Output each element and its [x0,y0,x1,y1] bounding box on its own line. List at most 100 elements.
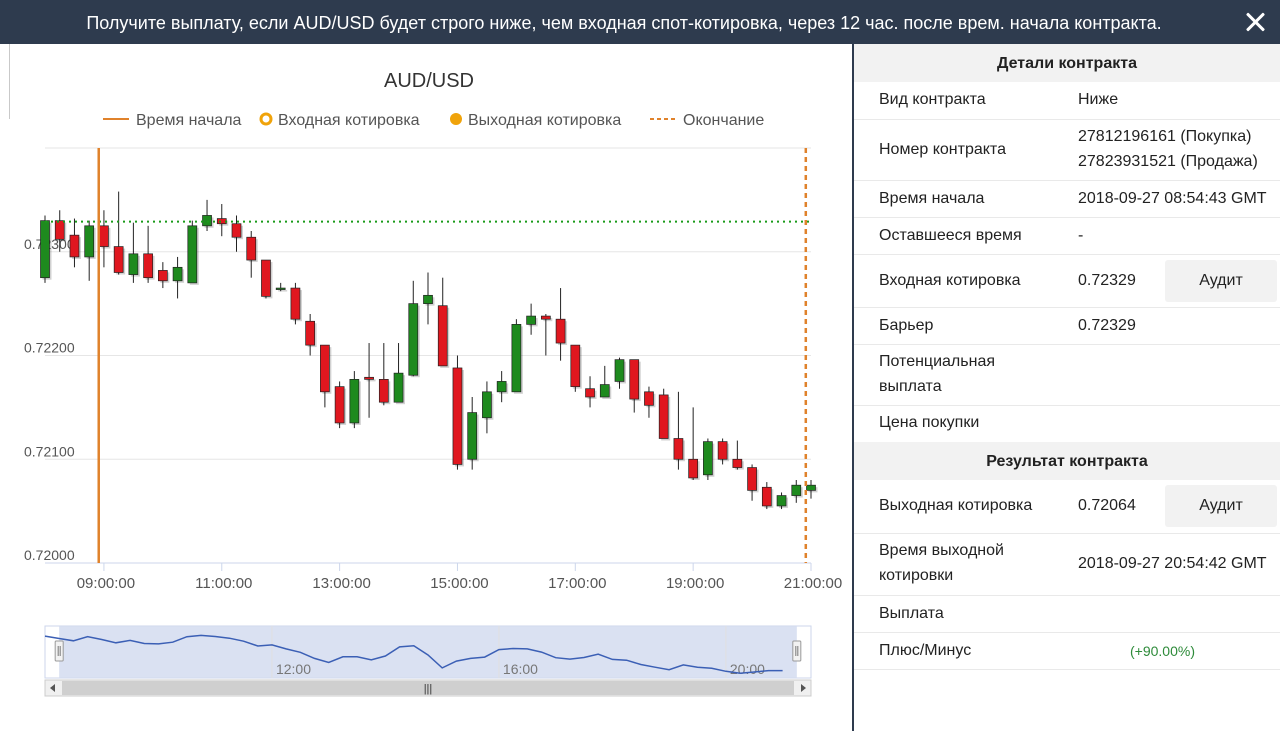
contract-type-value: Ниже [1078,91,1119,108]
candle-body [231,223,242,238]
scrollbar-grip-icon: ||| [424,683,433,695]
candle-body [703,441,713,476]
candle-body [99,225,109,247]
x-tick-label: 09:00:00 [77,575,135,592]
candle-body [776,495,787,507]
candle-body [202,215,212,227]
entry-audit-button[interactable]: Аудит [1165,260,1277,302]
legend-item-4-label: Окончание [683,112,764,129]
candle-body [40,220,50,279]
exit-spot-value: 0.72064 [1078,497,1136,514]
navigator-right-handle [792,640,802,662]
candle-body [172,266,183,282]
exit-audit-button[interactable]: Аудит [1165,485,1277,527]
candle-body [113,246,124,273]
close-icon[interactable] [1244,11,1266,33]
candle-body [423,294,433,304]
contract-description: Получите выплату, если AUD/USD будет стр… [86,13,1162,33]
candle-shadow [278,290,288,292]
candle-body [585,388,595,398]
legend-item-2-symbol [259,112,273,126]
candle-body [187,225,198,284]
exit-time-value: 2018-09-27 20:54:42 GMT [1078,555,1267,572]
remaining-time-value: - [1078,227,1084,244]
candle-body [452,367,463,465]
candle-body [143,253,153,279]
candle-body [482,391,492,419]
candle-body [806,484,816,491]
profit-label: Плюс/Минус [879,642,972,659]
candle-body [747,467,757,491]
legend-item-3-label: Выходная котировка [468,112,621,129]
candle-body [334,386,345,424]
row-start-time: Время начала 2018-09-27 08:54:43 GMT [854,181,1280,218]
candle-body [540,315,551,320]
y-tick-label: 0.72100 [24,443,75,459]
candle-body [84,225,95,258]
x-tick-label: 13:00:00 [312,575,370,592]
contract-id-label: Номер контракта [879,141,1006,158]
x-tick-label: 21:00:00 [784,575,842,592]
navigator-tick-label: 20:00 [730,661,765,677]
candle-body [658,394,669,439]
row-remaining-time: Оставшееся время - [854,218,1280,255]
legend-item-3-symbol [450,113,462,125]
payout-label: Выплата [879,605,944,622]
candle-body [364,376,374,380]
contract-type-label: Вид контракта [879,91,986,108]
row-contract-type: Вид контракта Ниже [854,82,1280,120]
entry-spot-label: Входная котировка [879,272,1021,289]
candle-body [614,359,625,382]
x-tick-label: 15:00:00 [430,575,488,592]
legend-item-1-label: Время начала [136,112,242,129]
x-tick-label: 17:00:00 [548,575,606,592]
candle-body [761,486,772,507]
candle-body [216,218,227,225]
remaining-time-label: Оставшееся время [879,227,1022,244]
candle-body [128,253,139,275]
details-title: Детали контракта [854,44,1280,82]
candle-body [246,236,257,261]
candle-body [408,303,419,376]
y-tick-label: 0.72200 [24,340,75,356]
candle-body [732,458,743,468]
candle-body [599,384,610,398]
candle-body [54,220,65,240]
row-payout: Выплата [854,596,1280,633]
candle-body [467,412,478,460]
candle-body [673,438,684,460]
candle-body [629,359,640,400]
price-chart[interactable]: AUD/USD Время начала Входная котировка Выхо… [0,44,852,731]
row-purchase-price: Цена покупки [854,406,1280,442]
candle-body [157,270,168,282]
barrier-value: 0.72329 [1078,317,1136,334]
candle-body [320,344,330,393]
row-barrier: Барьер 0.72329 [854,308,1280,345]
row-contract-id: Номер контракта 27812196161 (Покупка) 27… [854,120,1280,181]
navigator-selection [59,626,797,678]
candle-body [378,379,389,403]
details-pane: Детали контракта Вид контракта Ниже Номе… [854,44,1280,731]
entry-spot-value: 0.72329 [1078,272,1136,289]
candle-body [349,379,360,424]
navigator-tick-label: 16:00 [503,661,538,677]
navigator-tick-label: 12:00 [276,661,311,677]
result-title: Результат контракта [854,442,1280,480]
candle-body [570,344,581,387]
exit-time-label-line-2: котировки [879,567,954,584]
start-time-value: 2018-09-27 08:54:43 GMT [1078,190,1267,207]
row-profit: Плюс/Минус (+90.00%) [854,633,1280,670]
barrier-label: Барьер [879,317,934,334]
candle-body [717,441,728,460]
candle-body [437,305,448,367]
contract-id-buy: 27812196161 (Покупка) [1078,128,1252,145]
exit-time-label-line-1: Время выходной [879,542,1004,559]
exit-spot-label: Выходная котировка [879,497,1033,514]
y-tick-label: 0.72000 [24,547,75,563]
row-entry-spot: Входная котировка 0.72329 Аудит [854,255,1280,308]
candle-body [393,372,404,403]
profit-value: (+90.00%) [1130,643,1195,659]
potential-payout-label-line-1: Потенциальная [879,353,995,370]
candle-body [526,315,536,325]
candle-body [305,320,316,346]
